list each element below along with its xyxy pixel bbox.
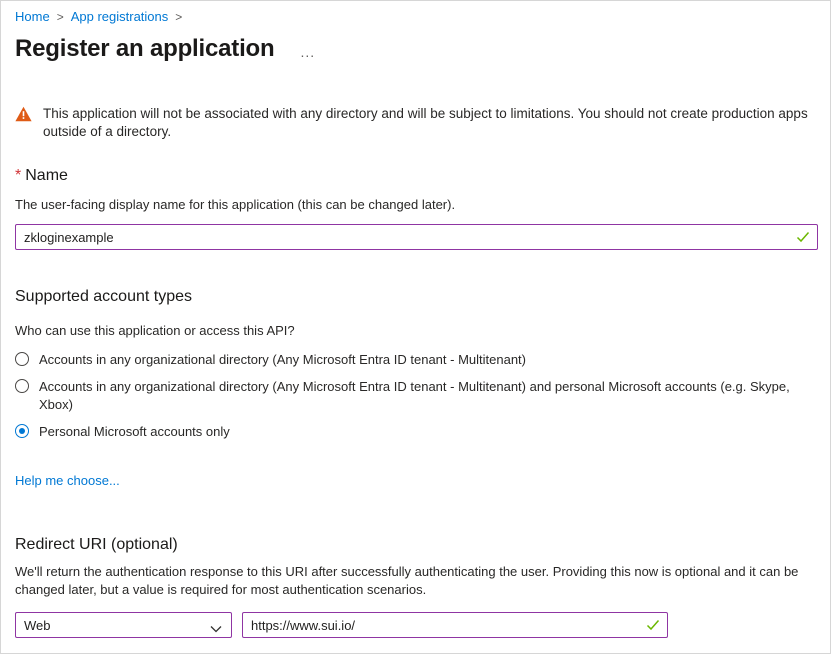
redirect-uri-controls: Web (15, 612, 816, 638)
redirect-uri-input-wrap (242, 612, 668, 638)
radio-button-icon (15, 379, 29, 393)
breadcrumb-separator-icon: > (175, 10, 182, 24)
radio-option-label: Accounts in any organizational directory… (39, 351, 526, 369)
more-options-icon[interactable]: ... (300, 38, 315, 60)
radio-option-label: Accounts in any organizational directory… (39, 378, 801, 414)
chevron-down-icon (210, 621, 222, 636)
redirect-uri-input[interactable] (242, 612, 668, 638)
help-me-choose-link[interactable]: Help me choose... (15, 473, 120, 488)
breadcrumb-home-link[interactable]: Home (15, 9, 50, 24)
name-field-label: *Name (15, 167, 816, 185)
platform-select-value: Web (24, 618, 51, 633)
account-types-radio-group: Accounts in any organizational directory… (15, 351, 816, 441)
page-title: Register an application (15, 35, 274, 63)
radio-option-label: Personal Microsoft accounts only (39, 423, 230, 441)
warning-triangle-icon (15, 106, 32, 127)
breadcrumb: Home > App registrations > (15, 9, 816, 24)
title-row: Register an application ... (15, 35, 816, 63)
redirect-uri-description: We'll return the authentication response… (15, 563, 815, 598)
redirect-uri-heading: Redirect URI (optional) (15, 536, 816, 554)
account-types-question: Who can use this application or access t… (15, 323, 816, 338)
radio-option-personal-only[interactable]: Personal Microsoft accounts only (15, 423, 816, 441)
register-application-page: Home > App registrations > Register an a… (0, 0, 831, 654)
radio-option-multitenant[interactable]: Accounts in any organizational directory… (15, 351, 816, 369)
warning-banner: This application will not be associated … (15, 105, 816, 141)
radio-button-icon (15, 352, 29, 366)
supported-account-types-heading: Supported account types (15, 288, 816, 306)
required-asterisk: * (15, 167, 21, 184)
breadcrumb-separator-icon: > (57, 10, 64, 24)
warning-text: This application will not be associated … (43, 105, 816, 141)
platform-select[interactable]: Web (15, 612, 232, 638)
name-input[interactable] (15, 224, 818, 250)
breadcrumb-app-registrations-link[interactable]: App registrations (71, 9, 169, 24)
radio-button-icon (15, 424, 29, 438)
radio-option-multitenant-personal[interactable]: Accounts in any organizational directory… (15, 378, 816, 414)
name-input-wrap (15, 224, 818, 250)
name-field-description: The user-facing display name for this ap… (15, 197, 816, 212)
